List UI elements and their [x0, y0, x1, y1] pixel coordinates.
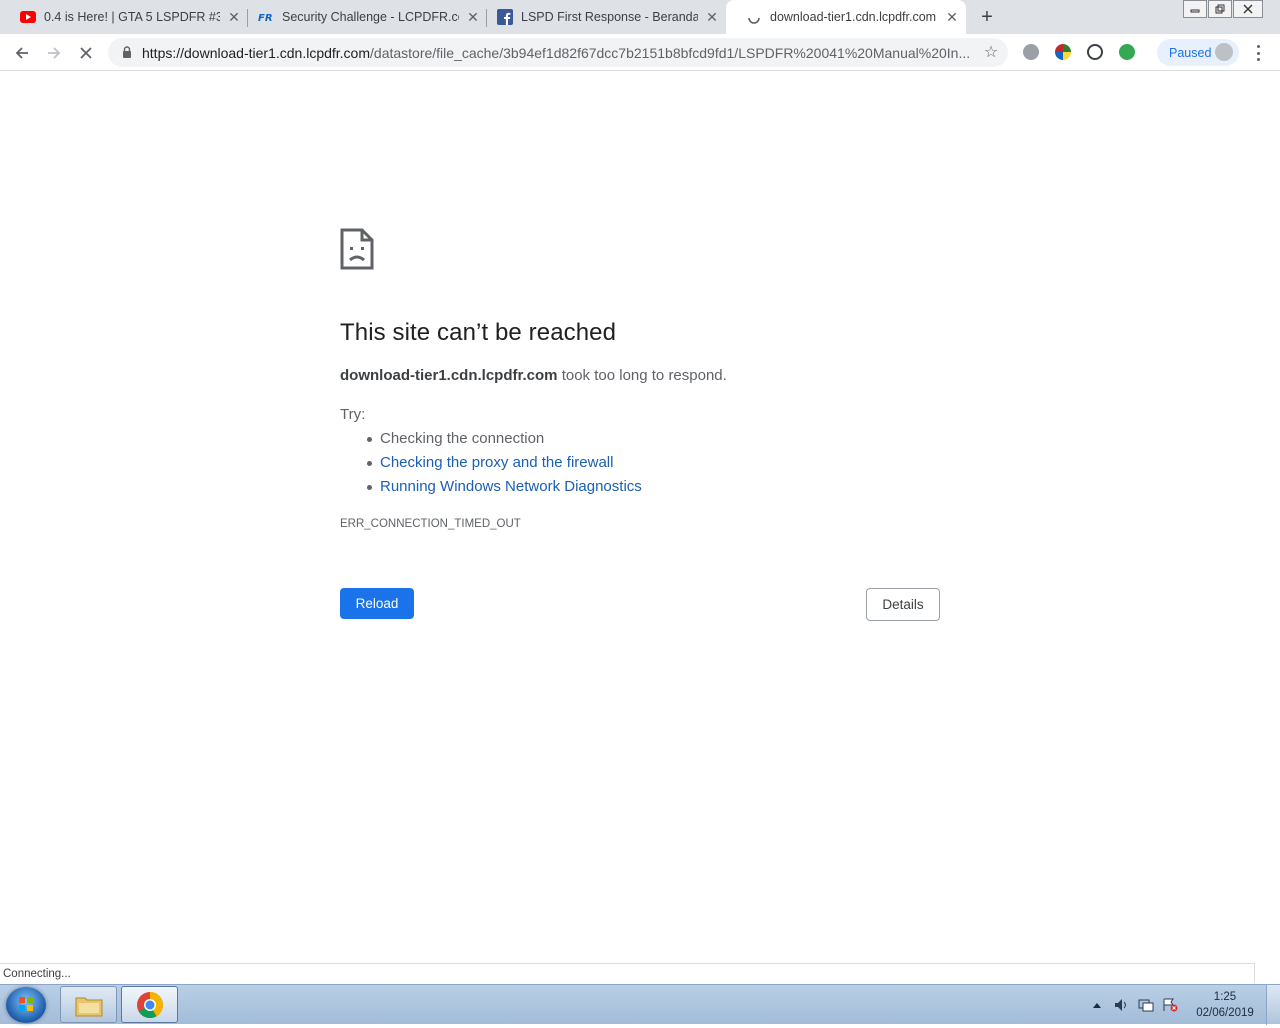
action-center-flag-icon[interactable] — [1160, 985, 1180, 1025]
tray-expand-arrow-icon[interactable] — [1090, 985, 1104, 1025]
lock-icon — [123, 46, 131, 58]
error-description: download-tier1.cdn.lcpdfr.com took too l… — [340, 367, 727, 384]
speedometer-extension-icon[interactable] — [1087, 44, 1103, 60]
minimize-icon — [1190, 9, 1200, 13]
minimize-button[interactable] — [1183, 0, 1207, 18]
tab-title: LSPD First Response - Beranda — [521, 10, 698, 24]
youtube-icon — [20, 9, 36, 25]
clock-date: 02/06/2019 — [1196, 1007, 1254, 1019]
tab-close-icon[interactable]: ✕ — [944, 9, 960, 25]
tab-youtube[interactable]: 0.4 is Here! | GTA 5 LSPDFR #369 ✕ — [0, 0, 248, 34]
lcpdfr-icon: FR — [258, 9, 274, 25]
clock-time: 1:25 — [1213, 991, 1237, 1003]
windows-logo-icon — [19, 997, 33, 1011]
avatar-icon — [1215, 43, 1233, 61]
url-host: https://download-tier1.cdn.lcpdfr.com — [142, 45, 371, 61]
taskbar-chrome[interactable] — [121, 986, 178, 1023]
stop-loading-button[interactable] — [73, 40, 99, 66]
suggestion-check-connection: Checking the connection — [367, 429, 642, 453]
error-title: This site can’t be reached — [340, 319, 617, 346]
color-extension-icon[interactable] — [1055, 44, 1071, 60]
system-clock[interactable]: 1:25 02/06/2019 — [1190, 989, 1260, 1021]
suggestion-network-diagnostics-link[interactable]: Running Windows Network Diagnostics — [367, 477, 642, 501]
restore-icon — [1215, 4, 1225, 14]
address-bar[interactable]: https://download-tier1.cdn.lcpdfr.com/da… — [108, 38, 1008, 67]
stop-icon — [80, 47, 92, 59]
folder-icon — [75, 997, 102, 1016]
tab-title: Security Challenge - LCPDFR.com — [282, 10, 459, 24]
page-content: This site can’t be reached download-tier… — [0, 71, 1280, 961]
bookmark-star-icon[interactable]: ☆ — [982, 43, 1000, 61]
arrow-left-icon — [15, 47, 28, 59]
profile-paused-button[interactable]: Paused — [1157, 39, 1239, 66]
profile-status-label: Paused — [1169, 45, 1212, 60]
network-icon[interactable] — [1136, 985, 1156, 1025]
tab-title: 0.4 is Here! | GTA 5 LSPDFR #369 — [44, 10, 220, 24]
tab-security-challenge[interactable]: FR Security Challenge - LCPDFR.com ✕ — [238, 0, 487, 34]
loading-spinner-icon — [746, 9, 762, 25]
tab-strip: 0.4 is Here! | GTA 5 LSPDFR #369 ✕ FR Se… — [0, 0, 1280, 34]
new-tab-button[interactable]: + — [974, 5, 1000, 29]
globe-extension-icon[interactable] — [1023, 44, 1039, 60]
chrome-icon — [136, 991, 163, 1018]
sad-document-icon — [340, 228, 374, 270]
tab-download-active[interactable]: download-tier1.cdn.lcpdfr.com ✕ — [726, 0, 966, 34]
tab-close-icon[interactable]: ✕ — [704, 9, 720, 25]
reload-button[interactable]: Reload — [340, 588, 414, 619]
arrow-right-icon — [48, 47, 61, 59]
tab-title: download-tier1.cdn.lcpdfr.com — [770, 10, 937, 24]
taskbar-file-explorer[interactable] — [60, 986, 117, 1023]
svg-text:FR: FR — [258, 13, 273, 23]
back-button[interactable] — [9, 40, 35, 66]
suggestion-list: Checking the connection Checking the pro… — [367, 429, 642, 501]
restore-button[interactable] — [1208, 0, 1232, 18]
details-button[interactable]: Details — [866, 588, 940, 621]
close-window-button[interactable] — [1233, 0, 1263, 18]
error-description-text: took too long to respond. — [557, 367, 727, 384]
green-extension-icon[interactable] — [1119, 44, 1135, 60]
forward-button[interactable] — [41, 40, 67, 66]
suggestion-check-proxy-link[interactable]: Checking the proxy and the firewall — [367, 453, 642, 477]
browser-toolbar: https://download-tier1.cdn.lcpdfr.com/da… — [0, 34, 1280, 71]
try-label: Try: — [340, 406, 366, 423]
start-button[interactable] — [6, 987, 46, 1023]
browser-menu-icon[interactable] — [1250, 44, 1266, 62]
error-code: ERR_CONNECTION_TIMED_OUT — [340, 518, 521, 530]
windows-taskbar: 1:25 02/06/2019 — [0, 984, 1280, 1025]
status-bubble: Connecting... — [0, 963, 1255, 983]
error-host: download-tier1.cdn.lcpdfr.com — [340, 367, 558, 384]
tab-facebook[interactable]: LSPD First Response - Beranda ✕ — [477, 0, 726, 34]
show-desktop-button[interactable] — [1266, 985, 1280, 1025]
volume-icon[interactable] — [1112, 985, 1132, 1025]
url-path: /datastore/file_cache/3b94ef1d82f67dcc7b… — [370, 45, 971, 61]
close-icon — [1243, 4, 1253, 14]
facebook-icon — [497, 9, 513, 25]
url-text[interactable]: https://download-tier1.cdn.lcpdfr.com/da… — [142, 45, 972, 61]
